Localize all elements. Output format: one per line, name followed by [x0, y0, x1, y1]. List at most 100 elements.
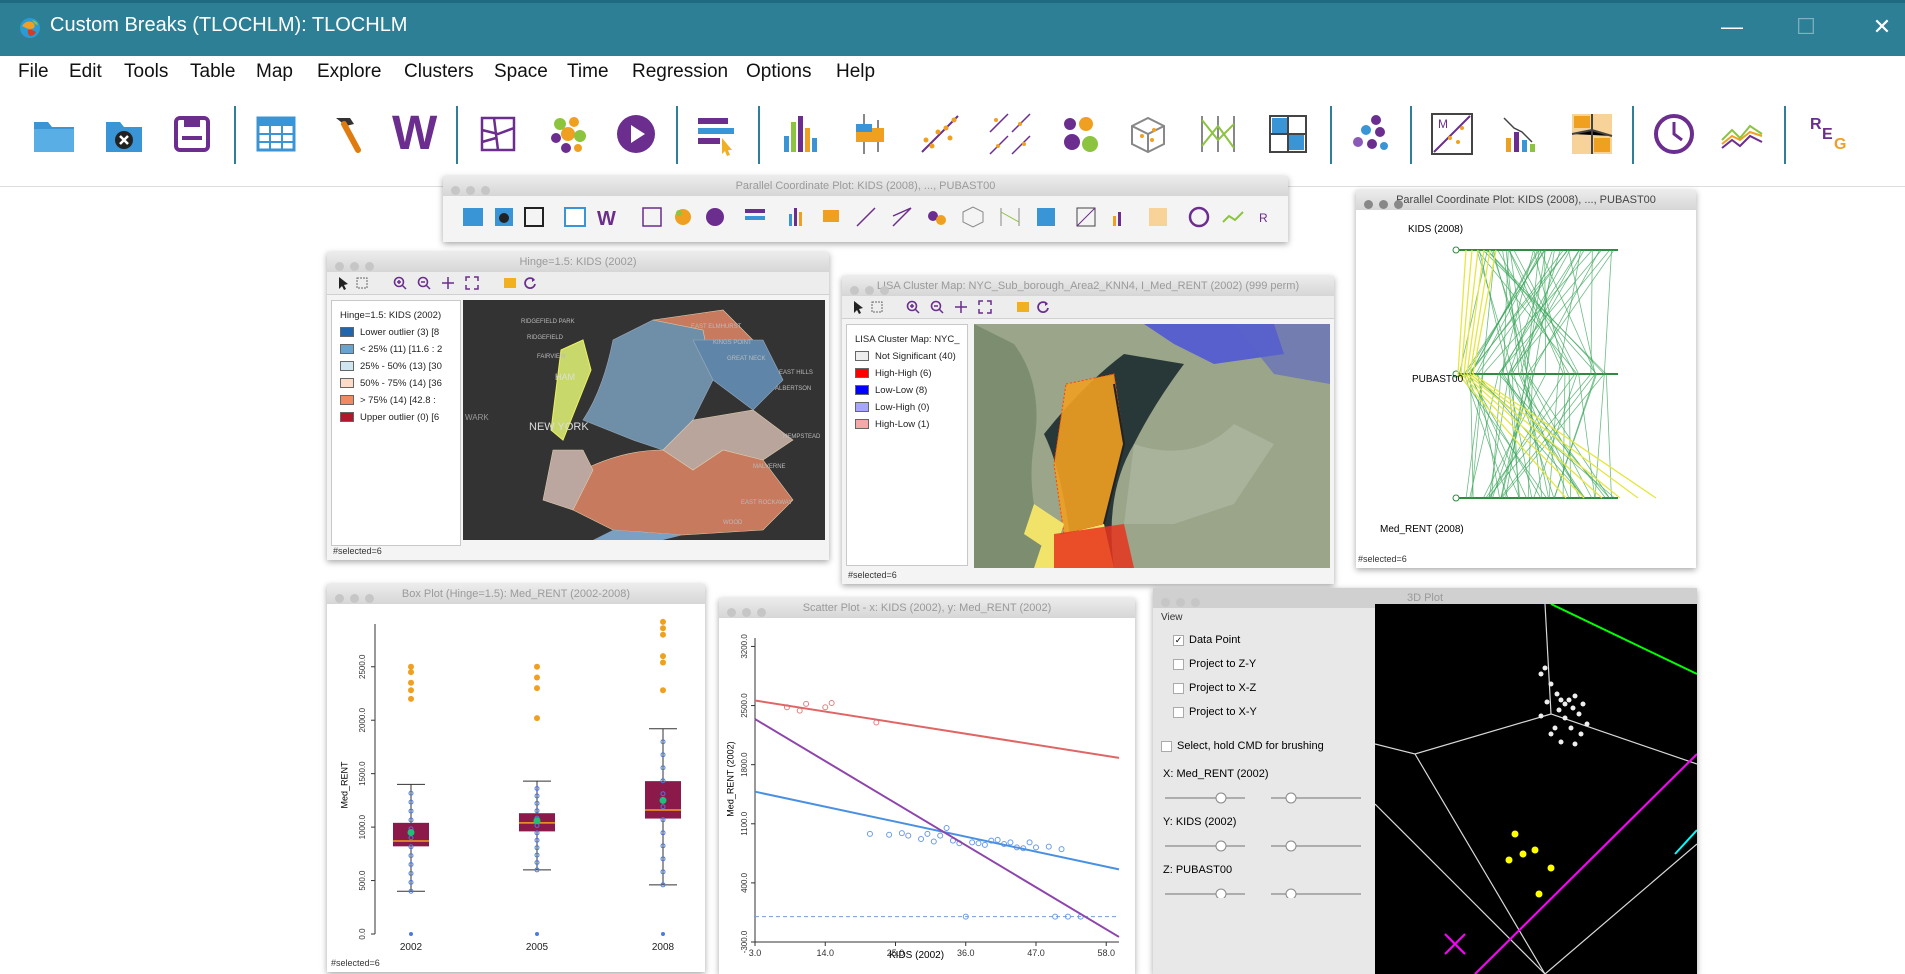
parallel-coordinate-icon[interactable]: [1194, 110, 1242, 158]
scatter-plot-icon[interactable]: [916, 110, 964, 158]
legend-item[interactable]: High-High (6): [855, 368, 932, 380]
moran-scatter-icon[interactable]: M: [1428, 110, 1476, 158]
status-selected: #selected=6: [1358, 554, 1407, 564]
legend-item[interactable]: > 75% (14) [42.8 :: [340, 395, 436, 407]
legend-item[interactable]: < 25% (11) [11.6 : 2: [340, 344, 442, 356]
weights-icon[interactable]: W: [392, 106, 440, 160]
close-button[interactable]: ✕: [1862, 10, 1902, 44]
table-icon[interactable]: [252, 110, 300, 158]
x-min-slider[interactable]: [1215, 792, 1227, 804]
legend-item[interactable]: 50% - 75% (14) [36: [340, 378, 442, 390]
lisa-map-canvas[interactable]: [974, 324, 1330, 568]
window-controls[interactable]: [451, 182, 496, 200]
fit-extent-icon[interactable]: [978, 300, 992, 314]
menu-time[interactable]: Time: [567, 61, 609, 83]
checkbox[interactable]: [1173, 658, 1184, 670]
close-project-icon[interactable]: [100, 110, 148, 158]
window-controls[interactable]: [1161, 594, 1206, 612]
category-editor-icon[interactable]: [692, 110, 740, 158]
scatter-canvas[interactable]: 3.0 14.0 25.0 36.0 47.0 58.0-300.0400.01100.0…: [719, 618, 1135, 974]
x-tick-label: 3.0: [749, 948, 762, 958]
lisa-map-icon[interactable]: [1568, 110, 1616, 158]
outlier: [660, 618, 666, 625]
menu-table[interactable]: Table: [190, 61, 235, 83]
map-movie-icon[interactable]: [612, 110, 660, 158]
select-region-icon[interactable]: [355, 276, 369, 290]
legend-item[interactable]: 25% - 50% (13) [30: [340, 361, 442, 373]
checkbox[interactable]: [1161, 740, 1172, 752]
option-data-point[interactable]: ✓ Data Point: [1173, 634, 1240, 646]
histogram-icon[interactable]: [776, 110, 824, 158]
regression-icon[interactable]: R E G: [1804, 110, 1852, 158]
menu-help[interactable]: Help: [836, 61, 875, 83]
data-point-selected: [803, 700, 810, 707]
select-region-icon[interactable]: [870, 300, 884, 314]
pan-icon[interactable]: [954, 300, 968, 314]
zoom-in-icon[interactable]: [393, 276, 407, 290]
bubble-chart-icon[interactable]: [1056, 110, 1104, 158]
maximize-button[interactable]: ☐: [1786, 10, 1826, 44]
zoom-in-icon[interactable]: [906, 300, 920, 314]
save-image-icon[interactable]: [1016, 300, 1030, 314]
menu-map[interactable]: Map: [256, 61, 293, 83]
cluster-icon[interactable]: [1346, 110, 1394, 158]
time-editor-icon[interactable]: [1650, 110, 1698, 158]
tools-hammer-icon[interactable]: [322, 110, 370, 158]
zoom-out-icon[interactable]: [930, 300, 944, 314]
legend-item[interactable]: Lower outlier (3) [8: [340, 327, 439, 339]
y-max-slider[interactable]: [1285, 840, 1297, 852]
legend-item[interactable]: Low-High (0): [855, 402, 929, 414]
menu-space[interactable]: Space: [494, 61, 548, 83]
legend-item[interactable]: Upper outlier (0) [6: [340, 412, 439, 424]
box-plot-icon[interactable]: [846, 110, 894, 158]
refresh-icon[interactable]: [523, 276, 537, 290]
conditional-plot-icon[interactable]: [1264, 110, 1312, 158]
zoom-out-icon[interactable]: [417, 276, 431, 290]
menu-explore[interactable]: Explore: [317, 61, 381, 83]
legend-item[interactable]: Not Significant (40): [855, 351, 956, 363]
y-tick-label: 1800.0: [740, 752, 749, 777]
scatter-matrix-icon[interactable]: [986, 110, 1034, 158]
menu-tools[interactable]: Tools: [124, 61, 168, 83]
3d-plot-icon[interactable]: [1124, 110, 1172, 158]
save-image-icon[interactable]: [503, 276, 517, 290]
fit-extent-icon[interactable]: [465, 276, 479, 290]
menu-regression[interactable]: Regression: [632, 61, 728, 83]
menu-file[interactable]: File: [18, 61, 49, 83]
y-min-slider[interactable]: [1215, 840, 1227, 852]
legend-item[interactable]: Low-Low (8): [855, 385, 927, 397]
z-max-slider[interactable]: [1285, 888, 1297, 898]
minimize-button[interactable]: —: [1712, 10, 1752, 44]
select-arrow-icon[interactable]: [852, 300, 866, 314]
map-icon[interactable]: [474, 110, 522, 158]
place-label: WARK: [465, 413, 489, 422]
legend-item[interactable]: High-Low (1): [855, 419, 929, 431]
cartogram-icon[interactable]: [544, 110, 592, 158]
y-tick-label: 1500.0: [358, 761, 367, 786]
hinge-map-canvas[interactable]: RIDGEFIELD PARK RIDGEFIELD FAIRVIEW HAM …: [463, 300, 825, 540]
checkbox[interactable]: [1173, 682, 1184, 694]
place-label: EAST ELMHURST: [691, 324, 742, 330]
option-project-xy[interactable]: Project to X-Y: [1173, 706, 1257, 718]
z-min-slider[interactable]: [1215, 888, 1227, 898]
mini-toolbar-icons[interactable]: W R: [453, 204, 1273, 234]
option-project-zy[interactable]: Project to Z-Y: [1173, 658, 1256, 670]
option-project-xz[interactable]: Project to X-Z: [1173, 682, 1256, 694]
menu-options[interactable]: Options: [746, 61, 811, 83]
pcp-canvas[interactable]: [1356, 210, 1696, 550]
menu-edit[interactable]: Edit: [69, 61, 102, 83]
box-plot-canvas[interactable]: 0.0 500.0 1000.0 1500.0 2000.0 2500.0 2002 2005…: [327, 604, 705, 954]
select-arrow-icon[interactable]: [337, 276, 351, 290]
checkbox[interactable]: [1173, 706, 1184, 718]
checkbox[interactable]: ✓: [1173, 634, 1184, 646]
pan-icon[interactable]: [441, 276, 455, 290]
open-folder-icon[interactable]: [30, 110, 78, 158]
averages-chart-icon[interactable]: [1718, 110, 1766, 158]
menu-clusters[interactable]: Clusters: [404, 61, 474, 83]
plot3d-canvas[interactable]: [1375, 604, 1697, 974]
x-max-slider[interactable]: [1285, 792, 1297, 804]
save-icon[interactable]: [168, 110, 216, 158]
correlogram-icon[interactable]: [1498, 110, 1546, 158]
refresh-icon[interactable]: [1036, 300, 1050, 314]
option-brushing[interactable]: Select, hold CMD for brushing: [1161, 740, 1324, 752]
